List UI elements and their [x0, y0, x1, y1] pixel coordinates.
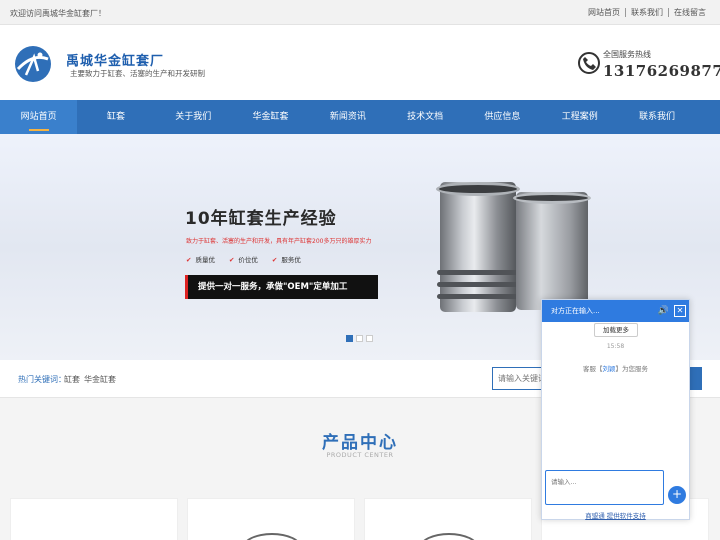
nav-item-supply[interactable]: 供应信息 — [464, 100, 541, 134]
load-more-button[interactable]: 加载更多 — [594, 323, 638, 337]
chat-send-button[interactable]: + — [668, 486, 686, 504]
top-bar: 欢迎访问禹城华金缸套厂！ 网站首页 联系我们 在线留言 — [0, 0, 720, 25]
agent-name: 刘颖 — [602, 365, 616, 373]
chat-system-message: 客服【刘颖】为您服务 — [583, 365, 648, 373]
check-icon: ✔ — [271, 256, 278, 264]
nav-item-liner[interactable]: 缸套 — [77, 100, 154, 134]
slider-dot[interactable] — [346, 335, 353, 342]
nav-item-news[interactable]: 新闻资讯 — [309, 100, 386, 134]
top-link-home[interactable]: 网站首页 — [583, 8, 626, 17]
chat-input[interactable] — [545, 470, 664, 505]
chat-powered-by-link[interactable]: 商盟通 提供软件支持 — [542, 510, 689, 520]
speaker-icon[interactable]: 🔊 — [658, 305, 669, 317]
nav-item-contact[interactable]: 联系我们 — [618, 100, 695, 134]
hotline-number: 13176269877 — [603, 62, 720, 80]
hot-keywords-label: 热门关键词： — [18, 375, 66, 384]
top-link-message[interactable]: 在线留言 — [669, 8, 706, 17]
nav-item-about[interactable]: 关于我们 — [155, 100, 232, 134]
nav-item-home[interactable]: 网站首页 — [0, 100, 78, 134]
slider-dot[interactable] — [356, 335, 363, 342]
chat-header: 对方正在输入... 🔊 ✕ — [542, 300, 689, 322]
main-nav: 网站首页 缸套 关于我们 华金缸套 新闻资讯 技术文档 供应信息 工程案例 联系… — [0, 100, 720, 134]
chat-timestamp: 15:58 — [606, 343, 625, 350]
hot-keyword[interactable]: 华金缸套 — [84, 374, 116, 385]
phone-icon — [578, 52, 600, 74]
banner-subtitle: 致力于缸套、活塞的生产和开发，具有年产缸套200多万只的雄厚实力 — [186, 238, 372, 245]
check-icon: ✔ — [228, 256, 235, 264]
check-icon: ✔ — [186, 256, 192, 264]
banner-title: 10年缸套生产经验 — [185, 209, 337, 229]
product-card[interactable] — [10, 498, 178, 540]
company-logo-icon[interactable] — [14, 45, 52, 83]
hotline-label: 全国服务热线 — [603, 50, 651, 59]
banner-features: ✔ 质量优 ✔ 价位优 ✔ 服务优 — [186, 254, 315, 264]
nav-item-tech-docs[interactable]: 技术文档 — [386, 100, 463, 134]
close-icon[interactable]: ✕ — [674, 305, 686, 317]
top-links: 网站首页 联系我们 在线留言 — [583, 8, 706, 17]
chat-widget: 对方正在输入... 🔊 ✕ 加载更多 15:58 客服【刘颖】为您服务 + 商盟… — [541, 299, 690, 520]
nav-item-cases[interactable]: 工程案例 — [541, 100, 618, 134]
chat-status: 对方正在输入... — [551, 307, 600, 315]
company-name: 禹城华金缸套厂 — [66, 54, 165, 69]
nav-item-huajin-liner[interactable]: 华金缸套 — [232, 100, 309, 134]
slider-dots — [346, 335, 376, 342]
cylinder-liner-image — [513, 192, 591, 310]
slider-dot[interactable] — [366, 335, 373, 342]
feature-quality: ✔ 质量优 — [186, 256, 215, 264]
feature-price: ✔ 价位优 — [228, 256, 258, 264]
hot-keyword[interactable]: 缸套 — [64, 374, 80, 385]
site-header: 禹城华金缸套厂 主要致力于缸套、活塞的生产和开发研制 全国服务热线 131762… — [0, 25, 720, 100]
cylinder-liner-image — [436, 182, 520, 312]
banner-promo: 提供一对一服务，承做"OEM"定单加工 — [185, 275, 378, 299]
product-card[interactable] — [187, 498, 355, 540]
product-card[interactable] — [364, 498, 532, 540]
feature-service: ✔ 服务优 — [271, 256, 301, 264]
welcome-text: 欢迎访问禹城华金缸套厂！ — [10, 9, 106, 18]
company-slogan: 主要致力于缸套、活塞的生产和开发研制 — [70, 69, 205, 78]
top-link-contact[interactable]: 联系我们 — [626, 8, 669, 17]
